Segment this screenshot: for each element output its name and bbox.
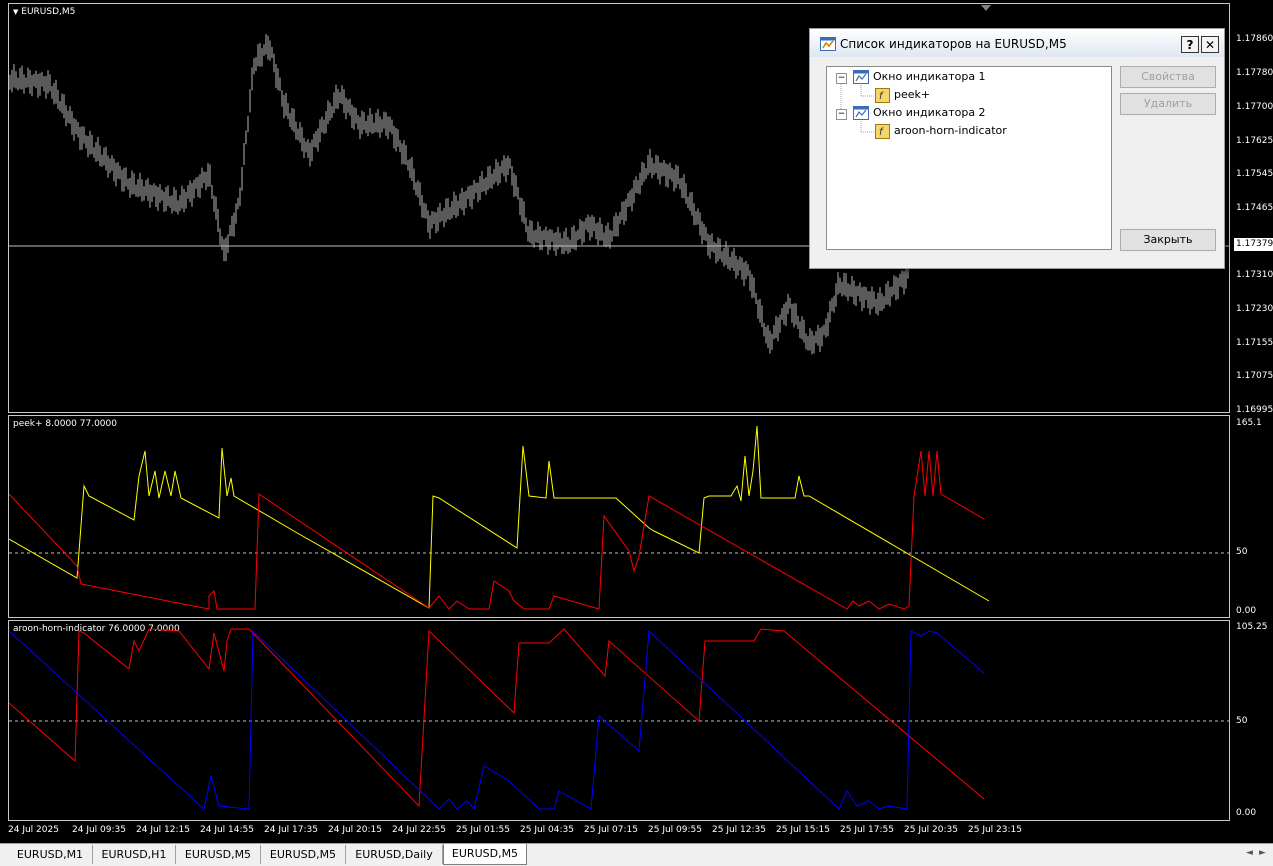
indicator-window-icon (853, 106, 869, 120)
tree-item-aroon[interactable]: aroon-horn-indicator (894, 124, 1007, 137)
peek-indicator-pane[interactable]: peek+ 8.0000 77.0000 (8, 415, 1230, 618)
dialog-title-bar[interactable]: Список индикаторов на EURUSD,M5 ? ✕ (810, 29, 1224, 57)
time-tick: 25 Jul 12:35 (712, 825, 766, 835)
time-tick: 25 Jul 07:15 (584, 825, 638, 835)
aroon-scale-mid: 50 (1236, 716, 1248, 726)
price-tick: 1.17545 (1236, 169, 1273, 179)
time-tick: 24 Jul 09:35 (72, 825, 126, 835)
price-tick: 1.17780 (1236, 68, 1273, 78)
price-tick: 1.17625 (1236, 136, 1273, 146)
tab-eurusd-m5[interactable]: EURUSD,M5 (261, 845, 346, 864)
custom-indicator-icon: f (875, 88, 890, 103)
collapse-toggle-icon[interactable]: − (836, 73, 847, 84)
custom-indicator-icon: f (875, 124, 890, 139)
price-tick: 1.17310 (1236, 270, 1273, 280)
peek-yellow-line (9, 425, 990, 609)
tab-eurusd-h1[interactable]: EURUSD,H1 (93, 845, 176, 864)
price-tick: 1.17230 (1236, 304, 1273, 314)
price-tick: 1.17700 (1236, 102, 1273, 112)
current-price-label: 1.17379 (1234, 238, 1273, 251)
price-tick: 1.17860 (1236, 34, 1273, 44)
scroll-right-icon[interactable]: ► (1259, 848, 1266, 858)
aroon-scale-top: 105.25 (1236, 622, 1268, 632)
time-tick: 25 Jul 01:55 (456, 825, 510, 835)
peek-scale-mid: 50 (1236, 547, 1248, 557)
tree-window-2[interactable]: Окно индикатора 2 (873, 106, 986, 119)
time-tick: 25 Jul 17:55 (840, 825, 894, 835)
indicator-list-icon (820, 37, 836, 51)
time-tick: 24 Jul 22:55 (392, 825, 446, 835)
scroll-left-icon[interactable]: ◄ (1246, 848, 1253, 858)
indicator-list-dialog: Список индикаторов на EURUSD,M5 ? ✕ − Ок… (809, 28, 1225, 269)
time-tick: 24 Jul 12:15 (136, 825, 190, 835)
price-tick: 1.16995 (1236, 405, 1273, 415)
time-tick: 25 Jul 15:15 (776, 825, 830, 835)
price-tick: 1.17075 (1236, 371, 1273, 381)
tree-item-peek[interactable]: peek+ (894, 88, 930, 101)
chart-shift-marker-icon[interactable] (981, 5, 991, 11)
delete-button[interactable]: Удалить (1120, 93, 1216, 115)
peek-scale-top: 165.1 (1236, 418, 1262, 428)
peek-scale-bottom: 0.00 (1236, 606, 1257, 616)
tab-eurusd-daily[interactable]: EURUSD,Daily (346, 845, 443, 864)
time-tick: 25 Jul 23:15 (968, 825, 1022, 835)
tab-eurusd-m5[interactable]: EURUSD,M5 (176, 845, 261, 864)
time-tick: 24 Jul 17:35 (264, 825, 318, 835)
tab-eurusd-m5-active[interactable]: EURUSD,M5 (443, 844, 527, 865)
price-tick: 1.17155 (1236, 338, 1273, 348)
aroon-scale-bottom: 0.00 (1236, 808, 1257, 818)
chart-tab-bar: EURUSD,M1 EURUSD,H1 EURUSD,M5 EURUSD,M5 … (0, 843, 1273, 866)
time-tick: 24 Jul 2025 (8, 825, 59, 835)
aroon-lines (9, 628, 1229, 811)
aroon-blue-line (9, 629, 985, 811)
price-tick: 1.17465 (1236, 203, 1273, 213)
time-tick: 25 Jul 09:55 (648, 825, 702, 835)
close-button[interactable]: Закрыть (1120, 229, 1216, 251)
time-tick: 25 Jul 20:35 (904, 825, 958, 835)
help-button[interactable]: ? (1181, 36, 1199, 53)
indicator-tree[interactable]: − Окно индикатора 1 f peek+ − Окно индик… (826, 66, 1112, 250)
aroon-red-line (9, 628, 985, 808)
properties-button[interactable]: Свойства (1120, 66, 1216, 88)
close-icon[interactable]: ✕ (1201, 36, 1219, 53)
tab-eurusd-m1[interactable]: EURUSD,M1 (8, 845, 93, 864)
peek-lines (9, 425, 1229, 610)
time-tick: 24 Jul 14:55 (200, 825, 254, 835)
time-tick: 24 Jul 20:15 (328, 825, 382, 835)
indicator-window-icon (853, 70, 869, 84)
time-tick: 25 Jul 04:35 (520, 825, 574, 835)
tree-window-1[interactable]: Окно индикатора 1 (873, 70, 986, 83)
collapse-toggle-icon[interactable]: − (836, 109, 847, 120)
tree-lines (840, 82, 875, 133)
dialog-title: Список индикаторов на EURUSD,M5 (840, 37, 1067, 51)
aroon-indicator-pane[interactable]: aroon-horn-indicator 76.0000 7.0000 (8, 620, 1230, 821)
